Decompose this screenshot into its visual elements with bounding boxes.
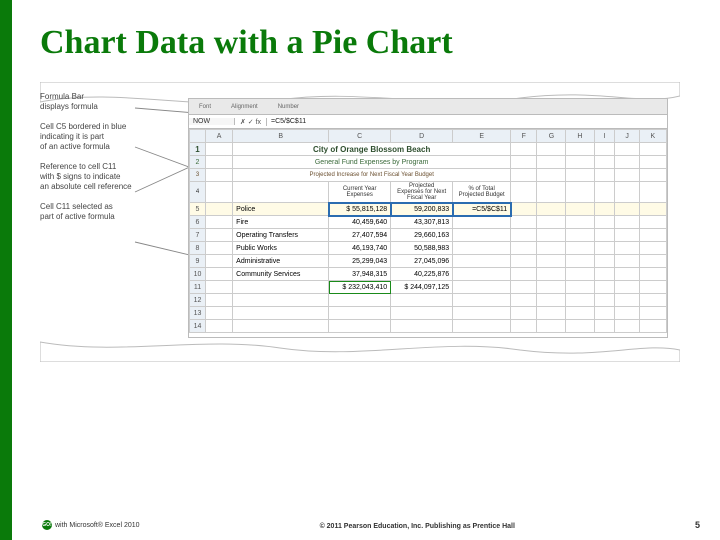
cell[interactable]: 46,193,740 xyxy=(329,242,391,255)
col-label[interactable]: % of TotalProjected Budget xyxy=(453,182,511,203)
row-header[interactable]: 12 xyxy=(190,294,206,307)
cell-c5[interactable]: $ 55,815,128 xyxy=(329,203,391,216)
t: Fiscal Year xyxy=(407,195,436,201)
name-box[interactable]: NOW xyxy=(189,118,235,125)
table-row: 11 $ 232,043,410$ 244,097,125 xyxy=(190,281,667,294)
cell[interactable]: Police xyxy=(233,203,329,216)
col-header[interactable]: A xyxy=(206,130,233,143)
table-row: 10 Community Services37,948,31540,225,876 xyxy=(190,268,667,281)
cell[interactable]: 40,225,876 xyxy=(391,268,453,281)
row-header[interactable]: 8 xyxy=(190,242,206,255)
col-header[interactable]: H xyxy=(566,130,594,143)
formula-bar[interactable]: NOW ✗ ✓ fx =C5/$C$11 xyxy=(189,115,667,129)
cell[interactable]: 37,948,315 xyxy=(329,268,391,281)
cell[interactable]: 40,459,640 xyxy=(329,216,391,229)
footer: GO! with Microsoft® Excel 2010 © 2011 Pe… xyxy=(42,520,700,530)
col-header[interactable]: F xyxy=(511,130,537,143)
ribbon-group: Number xyxy=(278,104,299,110)
table-row: 2 General Fund Expenses by Program xyxy=(190,156,667,169)
sheet-title[interactable]: City of Orange Blossom Beach xyxy=(233,143,511,156)
col-header[interactable]: C xyxy=(329,130,391,143)
footer-left: with Microsoft® Excel 2010 xyxy=(55,522,140,529)
cell[interactable]: $ 244,097,125 xyxy=(391,281,453,294)
slide-accent xyxy=(0,0,12,540)
cell[interactable]: Administrative xyxy=(233,255,329,268)
logo-area: GO! with Microsoft® Excel 2010 xyxy=(42,520,140,530)
row-header[interactable]: 10 xyxy=(190,268,206,281)
cell[interactable]: 27,407,594 xyxy=(329,229,391,242)
row-header[interactable]: 14 xyxy=(190,320,206,333)
table-row: 5 Police $ 55,815,128 59,200,833 =C5/$C$… xyxy=(190,203,667,216)
row-header[interactable]: 11 xyxy=(190,281,206,294)
col-header[interactable]: D xyxy=(391,130,453,143)
formula-text[interactable]: =C5/$C$11 xyxy=(267,118,667,125)
col-header[interactable]: K xyxy=(639,130,666,143)
cell[interactable]: 43,307,813 xyxy=(391,216,453,229)
row-header[interactable]: 3 xyxy=(190,169,206,182)
col-header[interactable]: I xyxy=(594,130,615,143)
col-label[interactable]: Current Year Expenses xyxy=(329,182,391,203)
table-row: 4 Current Year Expenses ProjectedExpense… xyxy=(190,182,667,203)
excel-illustration: Formula Bar displays formula Cell C5 bor… xyxy=(40,92,680,352)
row-header[interactable]: 6 xyxy=(190,216,206,229)
table-row: 3 Projected Increase for Next Fiscal Year… xyxy=(190,169,667,182)
table-row: 7 Operating Transfers27,407,59429,660,163 xyxy=(190,229,667,242)
logo-badge: GO! xyxy=(42,520,52,530)
col-header[interactable]: G xyxy=(537,130,566,143)
col-header[interactable]: B xyxy=(233,130,329,143)
cell[interactable]: 50,588,983 xyxy=(391,242,453,255)
row-header[interactable]: 1 xyxy=(190,143,206,156)
col-headers: A B C D E F G H I J K xyxy=(190,130,667,143)
cell[interactable]: Community Services xyxy=(233,268,329,281)
cell-c11[interactable]: $ 232,043,410 xyxy=(329,281,391,294)
cell[interactable]: 27,045,096 xyxy=(391,255,453,268)
cell-e5-formula[interactable]: =C5/$C$11 xyxy=(453,203,511,216)
footer-copyright: © 2011 Pearson Education, Inc. Publishin… xyxy=(320,523,515,530)
col-header[interactable]: E xyxy=(453,130,511,143)
row-header[interactable]: 13 xyxy=(190,307,206,320)
table-row: 12 xyxy=(190,294,667,307)
row-header[interactable]: 4 xyxy=(190,182,206,203)
table-row: 14 xyxy=(190,320,667,333)
slide-title: Chart Data with a Pie Chart xyxy=(40,24,692,62)
row-header[interactable]: 2 xyxy=(190,156,206,169)
corner-cell[interactable] xyxy=(190,130,206,143)
row-header[interactable]: 7 xyxy=(190,229,206,242)
grid: A B C D E F G H I J K 1 City of Orange Bl… xyxy=(189,129,667,333)
cell[interactable]: 29,660,163 xyxy=(391,229,453,242)
col-header[interactable]: J xyxy=(615,130,639,143)
cell[interactable]: Fire xyxy=(233,216,329,229)
table-row: 1 City of Orange Blossom Beach xyxy=(190,143,667,156)
cell[interactable]: 59,200,833 xyxy=(391,203,453,216)
torn-edge-bottom xyxy=(40,334,680,362)
ribbon-group: Font xyxy=(199,104,211,110)
table-row: 8 Public Works46,193,74050,588,983 xyxy=(190,242,667,255)
t: Projected Budget xyxy=(459,192,505,198)
row-header[interactable]: 9 xyxy=(190,255,206,268)
slide-body: Chart Data with a Pie Chart Formula Bar … xyxy=(12,0,720,540)
sheet-subtitle[interactable]: General Fund Expenses by Program xyxy=(233,156,511,169)
worksheet: Font Alignment Number NOW ✗ ✓ fx =C5/$C$… xyxy=(188,98,668,338)
row-header[interactable]: 5 xyxy=(190,203,206,216)
cell[interactable]: Public Works xyxy=(233,242,329,255)
sheet-note[interactable]: Projected Increase for Next Fiscal Year … xyxy=(233,169,511,182)
cell[interactable]: 25,299,043 xyxy=(329,255,391,268)
table-row: 13 xyxy=(190,307,667,320)
table-row: 9 Administrative25,299,04327,045,096 xyxy=(190,255,667,268)
cell[interactable]: Operating Transfers xyxy=(233,229,329,242)
ribbon: Font Alignment Number xyxy=(189,99,667,115)
page-number: 5 xyxy=(695,520,700,530)
formula-buttons[interactable]: ✗ ✓ fx xyxy=(235,118,267,126)
table-row: 6 Fire40,459,64043,307,813 xyxy=(190,216,667,229)
ribbon-group: Alignment xyxy=(231,104,258,110)
col-label[interactable]: ProjectedExpenses for NextFiscal Year xyxy=(391,182,453,203)
